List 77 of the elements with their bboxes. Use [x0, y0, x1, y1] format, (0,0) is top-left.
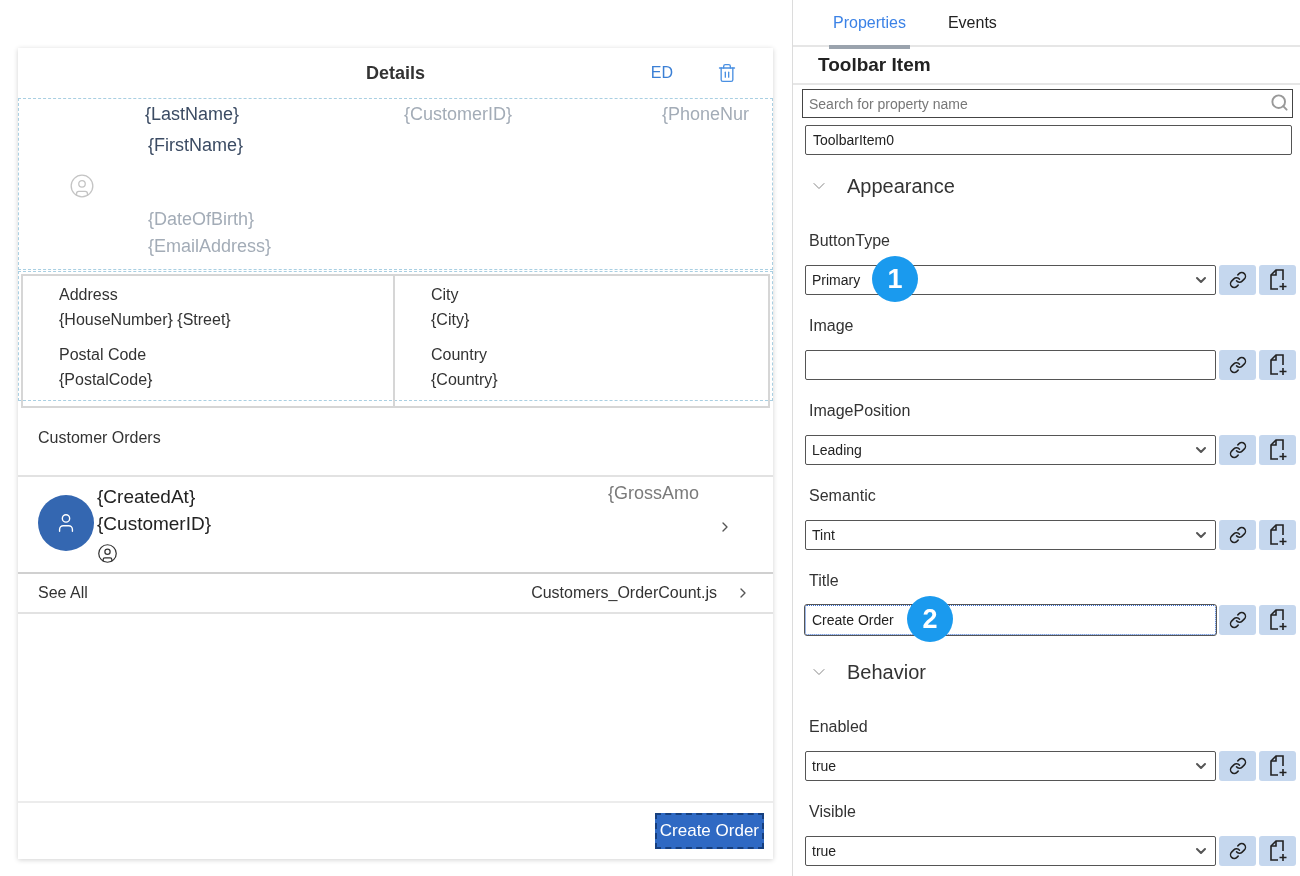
property-label: Enabled	[809, 717, 868, 736]
field-label: City	[431, 286, 460, 304]
panel-heading: Toolbar Item	[818, 54, 931, 76]
field-value: {PostalCode}	[59, 371, 154, 389]
group-header[interactable]: Behavior	[793, 642, 1300, 702]
last-name-text: {LastName}	[145, 104, 241, 125]
bind-link-button[interactable]	[1219, 435, 1256, 465]
file-plus-icon	[1267, 439, 1288, 461]
avatar-icon	[38, 495, 94, 551]
date-of-birth-text: {DateOfBirth}	[148, 209, 255, 230]
new-file-button[interactable]	[1259, 350, 1296, 380]
file-plus-icon	[1267, 354, 1288, 376]
email-text: {EmailAddress}	[148, 236, 272, 257]
bind-link-button[interactable]	[1219, 751, 1256, 781]
property-label: Visible	[809, 802, 856, 821]
property-label: ImagePosition	[809, 401, 911, 420]
field-value: {City}	[431, 311, 471, 329]
property-dropdown[interactable]: Leading	[805, 435, 1216, 465]
link-icon	[1228, 842, 1247, 860]
property-label: Image	[809, 316, 854, 335]
new-file-button[interactable]	[1259, 520, 1296, 550]
new-file-button[interactable]	[1259, 836, 1296, 866]
phone-text: {PhoneNur	[662, 104, 750, 125]
customer-id-text: {CustomerID}	[404, 104, 514, 125]
file-plus-icon	[1267, 755, 1288, 777]
search-icon	[1270, 93, 1289, 112]
name-input[interactable]: ToolbarItem0	[805, 125, 1292, 155]
new-file-button[interactable]	[1259, 265, 1296, 295]
first-name-text: {FirstName}	[148, 135, 244, 156]
property-label: Title	[809, 571, 839, 590]
page-title: Details	[366, 62, 425, 84]
file-plus-icon	[1267, 840, 1288, 862]
field-label: Country	[431, 346, 489, 364]
edit-link[interactable]: ED	[650, 64, 673, 82]
file-plus-icon	[1267, 609, 1288, 631]
property-dropdown[interactable]: true	[805, 751, 1216, 781]
link-icon	[1228, 526, 1247, 544]
bind-link-button[interactable]	[1219, 265, 1256, 295]
create-order-button[interactable]: Create Order	[654, 813, 764, 849]
link-icon	[1228, 441, 1247, 459]
file-plus-icon	[1267, 524, 1288, 546]
property-dropdown[interactable]: true	[805, 836, 1216, 866]
link-icon	[1228, 611, 1247, 629]
property-dropdown[interactable]: Tint	[805, 520, 1216, 550]
group-header[interactable]: Appearance	[793, 156, 1300, 216]
callout-badge: 1	[872, 256, 918, 302]
property-label: Semantic	[809, 486, 876, 505]
new-file-button[interactable]	[1259, 751, 1296, 781]
bind-link-button[interactable]	[1219, 605, 1256, 635]
user-circle-icon	[97, 543, 118, 564]
new-file-button[interactable]	[1259, 435, 1296, 465]
see-all-row[interactable]: See All Customers_OrderCount.js	[18, 574, 773, 614]
order-title: {CreatedAt}	[97, 485, 196, 509]
bind-link-button[interactable]	[1219, 836, 1256, 866]
section-title: Customer Orders	[38, 429, 161, 447]
bind-link-button[interactable]	[1219, 350, 1256, 380]
link-icon	[1228, 356, 1247, 374]
search-field[interactable]: Search for property name	[802, 89, 1293, 118]
panel-tab[interactable]: Events	[943, 0, 1001, 49]
new-file-button[interactable]	[1259, 605, 1296, 635]
panel-tab[interactable]: Properties	[829, 0, 910, 49]
callout-badge: 2	[907, 596, 953, 642]
field-label: Address	[59, 286, 119, 304]
bind-link-button[interactable]	[1219, 520, 1256, 550]
order-list-item[interactable]: {CreatedAt} {CustomerID} {GrossAmo	[18, 477, 773, 574]
field-value: {HouseNumber} {Street}	[59, 311, 232, 329]
property-label: ButtonType	[809, 231, 890, 250]
user-circle-icon	[69, 173, 95, 199]
link-icon	[1228, 271, 1247, 289]
order-subtitle: {CustomerID}	[97, 512, 212, 536]
delete-icon[interactable]	[717, 63, 737, 83]
field-value: {Country}	[431, 371, 499, 389]
file-plus-icon	[1267, 269, 1288, 291]
field-label: Postal Code	[59, 346, 148, 364]
order-amount: {GrossAmo	[607, 483, 699, 504]
property-input[interactable]	[805, 350, 1216, 380]
link-icon	[1228, 757, 1247, 775]
